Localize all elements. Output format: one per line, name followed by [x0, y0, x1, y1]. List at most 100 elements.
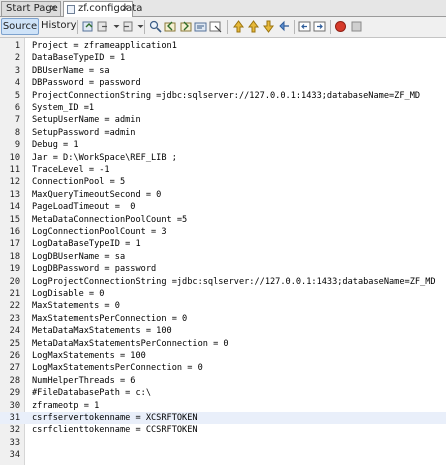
- toggle-rectangular-selection-icon[interactable]: [232, 20, 245, 33]
- line-number: 17: [9, 239, 20, 250]
- line-number: 33: [9, 437, 20, 448]
- next-bookmark-icon[interactable]: [262, 20, 275, 33]
- toolbar-separator: [330, 20, 331, 34]
- chevron-down-icon[interactable]: [134, 20, 144, 33]
- line-text: SetupUserName = admin: [32, 115, 141, 126]
- code-line[interactable]: 15 MetaDataConnectionPoolCount =5: [0, 214, 446, 226]
- code-line[interactable]: 12 ConnectionPool = 5: [0, 176, 446, 188]
- code-line[interactable]: 31 csrfservertokenname = XCSRFTOKEN: [0, 412, 446, 424]
- line-number: 30: [9, 400, 20, 411]
- code-line[interactable]: 20 LogProjectConnectionString =jdbc:sqlse…: [0, 276, 446, 288]
- line-number: 22: [9, 301, 20, 312]
- line-text: LogMaxStatements = 100: [32, 351, 146, 361]
- code-line[interactable]: 11 TraceLevel = -1: [0, 164, 446, 176]
- back-icon[interactable]: [97, 20, 110, 33]
- line-number: 16: [9, 227, 20, 237]
- find-previous-icon[interactable]: [164, 20, 177, 33]
- history-button[interactable]: History: [41, 18, 77, 35]
- editor-toolbar: Source History: [0, 17, 446, 38]
- chevron-down-icon[interactable]: [110, 20, 120, 33]
- find-selection-icon[interactable]: [194, 20, 207, 33]
- code-line[interactable]: 24 MetaDataMaxStatements = 100: [0, 325, 446, 337]
- code-line[interactable]: 32 csrfclienttokenname = CCSRFTOKEN: [0, 424, 446, 436]
- code-line[interactable]: 9 Debug = 1: [0, 139, 446, 151]
- code-line[interactable]: 10 Jar = D:\WorkSpace\REF_LIB ;: [0, 152, 446, 164]
- find-next-icon[interactable]: [179, 20, 192, 33]
- code-line[interactable]: 21 LogDisable = 0: [0, 288, 446, 300]
- line-number: 26: [9, 351, 20, 361]
- line-number: 28: [9, 375, 20, 386]
- shift-right-icon[interactable]: [313, 20, 326, 33]
- source-button[interactable]: Source: [1, 18, 39, 35]
- line-text: ConnectionPool = 5: [32, 177, 126, 188]
- line-number: 8: [14, 127, 20, 138]
- code-line[interactable]: 22 MaxStatements = 0: [0, 300, 446, 312]
- line-text: MetaDataMaxStatementsPerConnection = 0: [32, 338, 229, 349]
- line-text: PageLoadTimeout = 0: [32, 202, 136, 213]
- toggle-bookmark-icon[interactable]: [277, 20, 290, 33]
- line-text: csrfclienttokenname = CCSRFTOKEN: [32, 425, 198, 436]
- line-text: #FileDatabasePath = c:\: [32, 388, 151, 399]
- code-line[interactable]: 16 LogConnectionPoolCount = 3: [0, 226, 446, 238]
- line-number: 20: [9, 276, 20, 287]
- line-number: 9: [14, 140, 20, 151]
- code-line[interactable]: 4 DBPassword = password: [0, 77, 446, 89]
- line-text: LogDBPassword = password: [32, 264, 157, 275]
- code-line[interactable]: 33: [0, 437, 446, 449]
- shift-left-icon[interactable]: [298, 20, 311, 33]
- line-number: 12: [9, 177, 20, 188]
- line-number: 6: [14, 103, 20, 113]
- code-line[interactable]: 6 System_ID =1: [0, 102, 446, 114]
- tab-zf-configdata[interactable]: zf.configdata ✕: [63, 1, 142, 17]
- code-line[interactable]: 19 LogDBPassword = password: [0, 263, 446, 275]
- code-line[interactable]: 30 zframeotp = 1: [0, 400, 446, 412]
- code-line[interactable]: 14 PageLoadTimeout = 0: [0, 201, 446, 213]
- line-number: 1: [14, 41, 20, 51]
- line-number: 27: [9, 363, 20, 374]
- close-icon[interactable]: ✕: [49, 2, 57, 16]
- code-line[interactable]: 25 MetaDataMaxStatementsPerConnection = 0: [0, 338, 446, 350]
- toggle-highlight-icon[interactable]: [209, 20, 222, 33]
- code-line[interactable]: 17 LogDataBaseTypeID = 1: [0, 238, 446, 250]
- line-text: LogDisable = 0: [32, 289, 105, 299]
- start-macro-icon[interactable]: [334, 20, 347, 33]
- code-line[interactable]: 7 SetupUserName = admin: [0, 114, 446, 126]
- code-line[interactable]: 26 LogMaxStatements = 100: [0, 350, 446, 362]
- toolbar-separator: [227, 20, 228, 34]
- line-text: LogDBUserName = sa: [32, 251, 126, 262]
- stop-macro-icon[interactable]: [350, 20, 363, 33]
- code-line[interactable]: 3 DBUserName = sa: [0, 65, 446, 77]
- code-line[interactable]: 23 MaxStatementsPerConnection = 0: [0, 313, 446, 325]
- line-text: DBUserName = sa: [32, 65, 110, 76]
- close-icon[interactable]: ✕: [121, 2, 129, 16]
- line-number: 10: [9, 152, 20, 163]
- code-line[interactable]: 5 ProjectConnectionString =jdbc:sqlserver…: [0, 90, 446, 102]
- tab-start-page[interactable]: Start Page ✕: [1, 1, 61, 16]
- code-line[interactable]: 2 DataBaseTypeID = 1: [0, 52, 446, 64]
- line-number: 24: [9, 326, 20, 337]
- line-text: Jar = D:\WorkSpace\REF_LIB ;: [32, 152, 177, 163]
- code-line[interactable]: 8 SetupPassword =admin: [0, 127, 446, 139]
- line-text: TraceLevel = -1: [32, 165, 110, 175]
- code-line[interactable]: 1 Project = zframeapplication1: [0, 40, 446, 52]
- line-text: LogConnectionPoolCount = 3: [32, 227, 167, 237]
- line-text: MetaDataConnectionPoolCount =5: [32, 214, 188, 225]
- line-text: LogProjectConnectionString =jdbc:sqlserv…: [32, 276, 436, 287]
- code-line[interactable]: 28 NumHelperThreads = 6: [0, 375, 446, 387]
- line-text: LogMaxStatementsPerConnection = 0: [32, 363, 203, 374]
- line-text: System_ID =1: [32, 103, 95, 113]
- tab-label: zf.configdata: [78, 3, 143, 14]
- code-line[interactable]: 34: [0, 449, 446, 461]
- code-line[interactable]: 13 MaxQueryTimeoutSecond = 0: [0, 189, 446, 201]
- line-number: 11: [9, 165, 20, 175]
- code-line[interactable]: 18 LogDBUserName = sa: [0, 251, 446, 263]
- last-edit-icon[interactable]: [82, 20, 95, 33]
- line-number: 25: [9, 338, 20, 349]
- find-icon[interactable]: [149, 20, 162, 33]
- code-line[interactable]: 29 #FileDatabasePath = c:\: [0, 387, 446, 399]
- previous-bookmark-icon[interactable]: [247, 20, 260, 33]
- toolbar-separator: [77, 20, 78, 34]
- code-line[interactable]: 27 LogMaxStatementsPerConnection = 0: [0, 362, 446, 374]
- forward-icon[interactable]: [121, 20, 134, 33]
- line-text: zframeotp = 1: [32, 400, 100, 411]
